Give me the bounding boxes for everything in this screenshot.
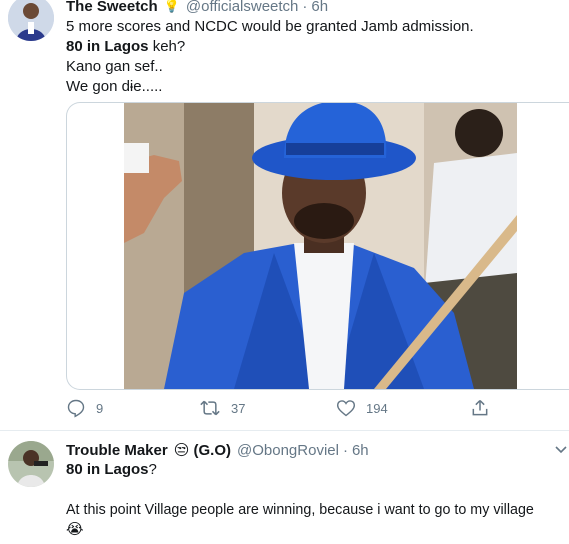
tweet-line: At this point Village people are winning… — [66, 500, 534, 520]
heart-icon — [336, 400, 356, 417]
tweet-line-text: At this point Village people are winning… — [66, 502, 534, 518]
reply-count: 9 — [96, 400, 104, 416]
name-emoji: 😒 — [173, 442, 190, 459]
like-count: 194 — [366, 400, 388, 416]
timestamp[interactable]: 6h — [311, 0, 328, 15]
tweet-line-text: Kano gan sef.. — [66, 58, 163, 75]
retweet-icon — [200, 400, 220, 416]
media-card[interactable] — [66, 102, 569, 390]
chevron-down-icon[interactable] — [555, 446, 567, 454]
tweet-line-text: 5 more scores and NCDC would be granted … — [66, 18, 474, 35]
retweet-action[interactable]: 37 — [199, 398, 245, 418]
display-name-suffix: (G.O) — [189, 441, 232, 459]
photo-image — [124, 103, 517, 389]
user-handle[interactable]: @officialsweetch — [186, 0, 299, 15]
avatar-image — [8, 0, 54, 41]
timestamp[interactable]: 6h — [352, 442, 369, 459]
tweet-line-bold: 80 in Lagos — [66, 461, 149, 478]
name-emoji: 💡 — [163, 0, 180, 13]
tweet-line: 80 in Lagos keh? — [66, 37, 474, 57]
tweet-photo[interactable] — [124, 103, 517, 389]
tweet-2: Trouble Maker 😒 (G.O) @ObongRoviel · 6h … — [0, 431, 569, 544]
share-action[interactable] — [470, 398, 500, 418]
separator: · — [302, 0, 308, 15]
like-action[interactable]: 194 — [336, 398, 388, 418]
tweet-line-text: keh? — [148, 38, 186, 55]
retweet-count: 37 — [231, 400, 246, 416]
reply-icon — [67, 399, 85, 418]
tweet-line: Kano gan sef.. — [66, 57, 474, 77]
tweet-line: 80 in Lagos? — [66, 460, 534, 480]
tweet-text: 5 more scores and NCDC would be granted … — [66, 17, 474, 97]
tweet-1: The Sweetch 💡 @officialsweetch · 6h 5 mo… — [0, 0, 569, 430]
tweet-actions: 9 37 194 — [0, 398, 569, 420]
tweet-line-text: ? — [148, 461, 157, 478]
tweet-line-bold: 80 in Lagos — [66, 38, 149, 55]
display-name[interactable]: Trouble Maker — [66, 442, 168, 459]
avatar[interactable] — [8, 441, 54, 487]
reply-action[interactable]: 9 — [66, 398, 103, 418]
avatar-image — [8, 441, 54, 487]
display-name[interactable]: The Sweetch — [66, 0, 158, 15]
share-icon — [472, 399, 488, 416]
tweet-line: 5 more scores and NCDC would be granted … — [66, 17, 474, 37]
tweet-line: We gon dɨe..... — [66, 77, 474, 97]
user-handle[interactable]: @ObongRoviel — [237, 442, 339, 459]
tweet-line-text: We gon dɨe..... — [66, 78, 163, 95]
tweet-text: 80 in Lagos? At this point Village peopl… — [66, 460, 534, 540]
tweet-header: Trouble Maker 😒 (G.O) @ObongRoviel · 6h — [66, 440, 369, 460]
avatar[interactable] — [8, 0, 54, 41]
tweet-emoji: 😭 — [66, 521, 84, 538]
separator: · — [342, 441, 348, 459]
tweet-line: 😭 — [66, 520, 534, 540]
tweet-header: The Sweetch 💡 @officialsweetch · 6h — [66, 0, 328, 16]
